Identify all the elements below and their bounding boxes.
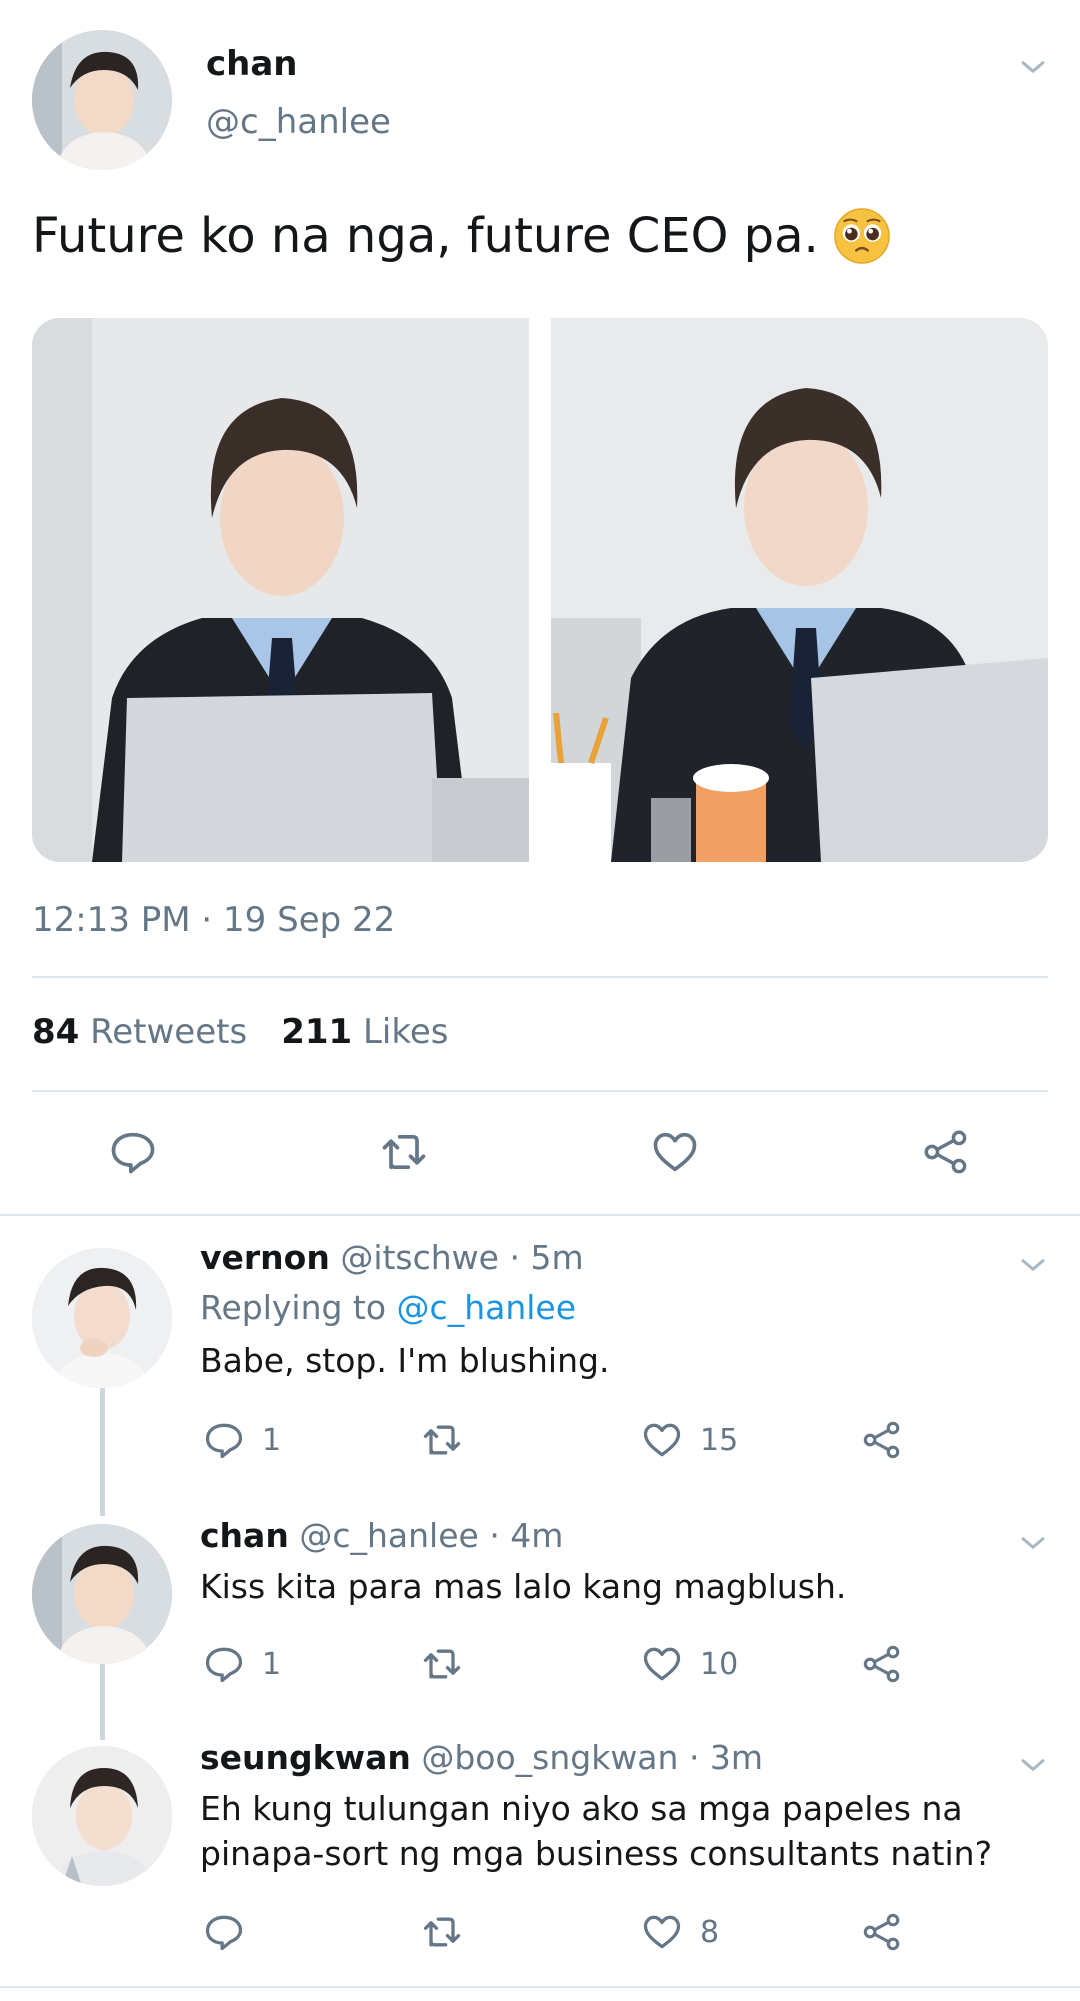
like-count: 15 xyxy=(700,1422,739,1458)
reply-time: · 5m xyxy=(509,1238,584,1277)
tweet-text-row: Future ko na nga, future CEO pa. xyxy=(32,206,891,266)
reply-author-handle[interactable]: @itschwe xyxy=(340,1238,499,1277)
reply-text: Eh kung tulungan niyo ako sa mga papeles… xyxy=(200,1786,992,1876)
tweet-media[interactable] xyxy=(32,318,1048,862)
heart-icon xyxy=(643,1423,681,1457)
like-button[interactable] xyxy=(647,1124,703,1180)
retweet-button[interactable] xyxy=(420,1418,464,1462)
reply-button[interactable] xyxy=(105,1124,161,1180)
share-icon xyxy=(863,1421,900,1459)
likes-count: 211 xyxy=(281,1012,353,1052)
share-icon xyxy=(863,1645,900,1683)
retweets-stat[interactable]: 84 Retweets xyxy=(32,1012,247,1052)
retweet-icon xyxy=(423,1917,461,1947)
likes-stat[interactable]: 211 Likes xyxy=(281,1012,448,1052)
reply-text-line-2: pinapa-sort ng mga business consultants … xyxy=(200,1834,993,1873)
reply-text: Babe, stop. I'm blushing. xyxy=(200,1341,610,1380)
reply-icon xyxy=(205,1647,243,1683)
like-button[interactable]: 10 xyxy=(640,1642,738,1686)
likes-label: Likes xyxy=(362,1012,449,1052)
reply-count: 1 xyxy=(262,1646,282,1682)
thread-line xyxy=(100,1388,105,1516)
author-avatar[interactable] xyxy=(32,30,172,170)
reply-icon xyxy=(205,1423,243,1459)
divider xyxy=(0,1214,1080,1216)
reply-author-handle[interactable]: @c_hanlee xyxy=(299,1516,478,1555)
reply-text: Kiss kita para mas lalo kang magblush. xyxy=(200,1567,847,1606)
reply-header: seungkwan @boo_sngkwan · 3m xyxy=(200,1738,763,1777)
engagement-counts: 84 Retweets 211 Likes xyxy=(32,1012,448,1052)
tweet-photo-1[interactable] xyxy=(32,318,529,862)
retweet-icon xyxy=(423,1649,461,1679)
reply-icon xyxy=(205,1915,243,1951)
reply-header: vernon @itschwe · 5m xyxy=(200,1238,584,1277)
reply-author-name[interactable]: seungkwan xyxy=(200,1738,411,1777)
reply-text-line-1: Eh kung tulungan niyo ako sa mga papeles… xyxy=(200,1789,963,1828)
heart-icon xyxy=(643,1915,681,1949)
chevron-down-icon[interactable] xyxy=(1016,1248,1050,1282)
reply-time: · 3m xyxy=(688,1738,764,1777)
reply-avatar-chan[interactable] xyxy=(32,1524,172,1664)
chevron-down-icon[interactable] xyxy=(1016,1748,1050,1782)
reply-author-handle[interactable]: @boo_sngkwan xyxy=(421,1738,678,1777)
divider xyxy=(0,1986,1080,1988)
reply-header: chan @c_hanlee · 4m xyxy=(200,1516,563,1555)
reply-avatar-seungkwan[interactable] xyxy=(32,1746,172,1886)
like-count: 10 xyxy=(700,1646,739,1682)
retweet-icon xyxy=(382,1134,426,1170)
retweet-button[interactable] xyxy=(376,1124,432,1180)
share-icon xyxy=(863,1913,900,1951)
retweet-icon xyxy=(423,1425,461,1455)
heart-icon xyxy=(643,1647,681,1681)
retweet-button[interactable] xyxy=(420,1642,464,1686)
reply-author-name[interactable]: vernon xyxy=(200,1238,330,1277)
replying-to-label: Replying to xyxy=(200,1288,387,1327)
divider xyxy=(32,1090,1048,1092)
retweets-label: Retweets xyxy=(90,1012,248,1052)
reply-avatar-vernon[interactable] xyxy=(32,1248,172,1388)
share-button[interactable] xyxy=(918,1124,974,1180)
reply-icon xyxy=(111,1132,155,1174)
thread-line xyxy=(100,1664,105,1740)
tweet-photo-2[interactable] xyxy=(551,318,1048,862)
reply-button[interactable]: 1 xyxy=(202,1642,281,1686)
reply-time: · 4m xyxy=(489,1516,564,1555)
chevron-down-icon[interactable] xyxy=(1016,50,1050,84)
replying-to-handle-link[interactable]: @c_hanlee xyxy=(397,1288,576,1327)
share-button[interactable] xyxy=(860,1910,904,1954)
reply-author-name[interactable]: chan xyxy=(200,1516,289,1555)
chevron-down-icon[interactable] xyxy=(1016,1526,1050,1560)
retweet-button[interactable] xyxy=(420,1910,464,1954)
reply-button[interactable]: 1 xyxy=(202,1418,281,1462)
reply-button[interactable] xyxy=(202,1910,246,1954)
retweets-count: 84 xyxy=(32,1012,80,1052)
share-icon xyxy=(924,1130,967,1174)
like-button[interactable]: 15 xyxy=(640,1418,738,1462)
share-button[interactable] xyxy=(860,1642,904,1686)
tweet-timestamp[interactable]: 12:13 PM · 19 Sep 22 xyxy=(32,900,395,940)
like-count: 8 xyxy=(700,1914,720,1950)
tweet-text: Future ko na nga, future CEO pa. xyxy=(32,208,819,264)
share-button[interactable] xyxy=(860,1418,904,1462)
author-handle[interactable]: @c_hanlee xyxy=(206,102,391,142)
heart-icon xyxy=(653,1132,697,1172)
author-name[interactable]: chan xyxy=(206,44,298,84)
pleading-face-emoji-icon xyxy=(833,207,891,265)
like-button[interactable]: 8 xyxy=(640,1910,719,1954)
reply-count: 1 xyxy=(262,1422,282,1458)
replying-to: Replying to @c_hanlee xyxy=(200,1288,576,1327)
divider xyxy=(32,976,1048,978)
